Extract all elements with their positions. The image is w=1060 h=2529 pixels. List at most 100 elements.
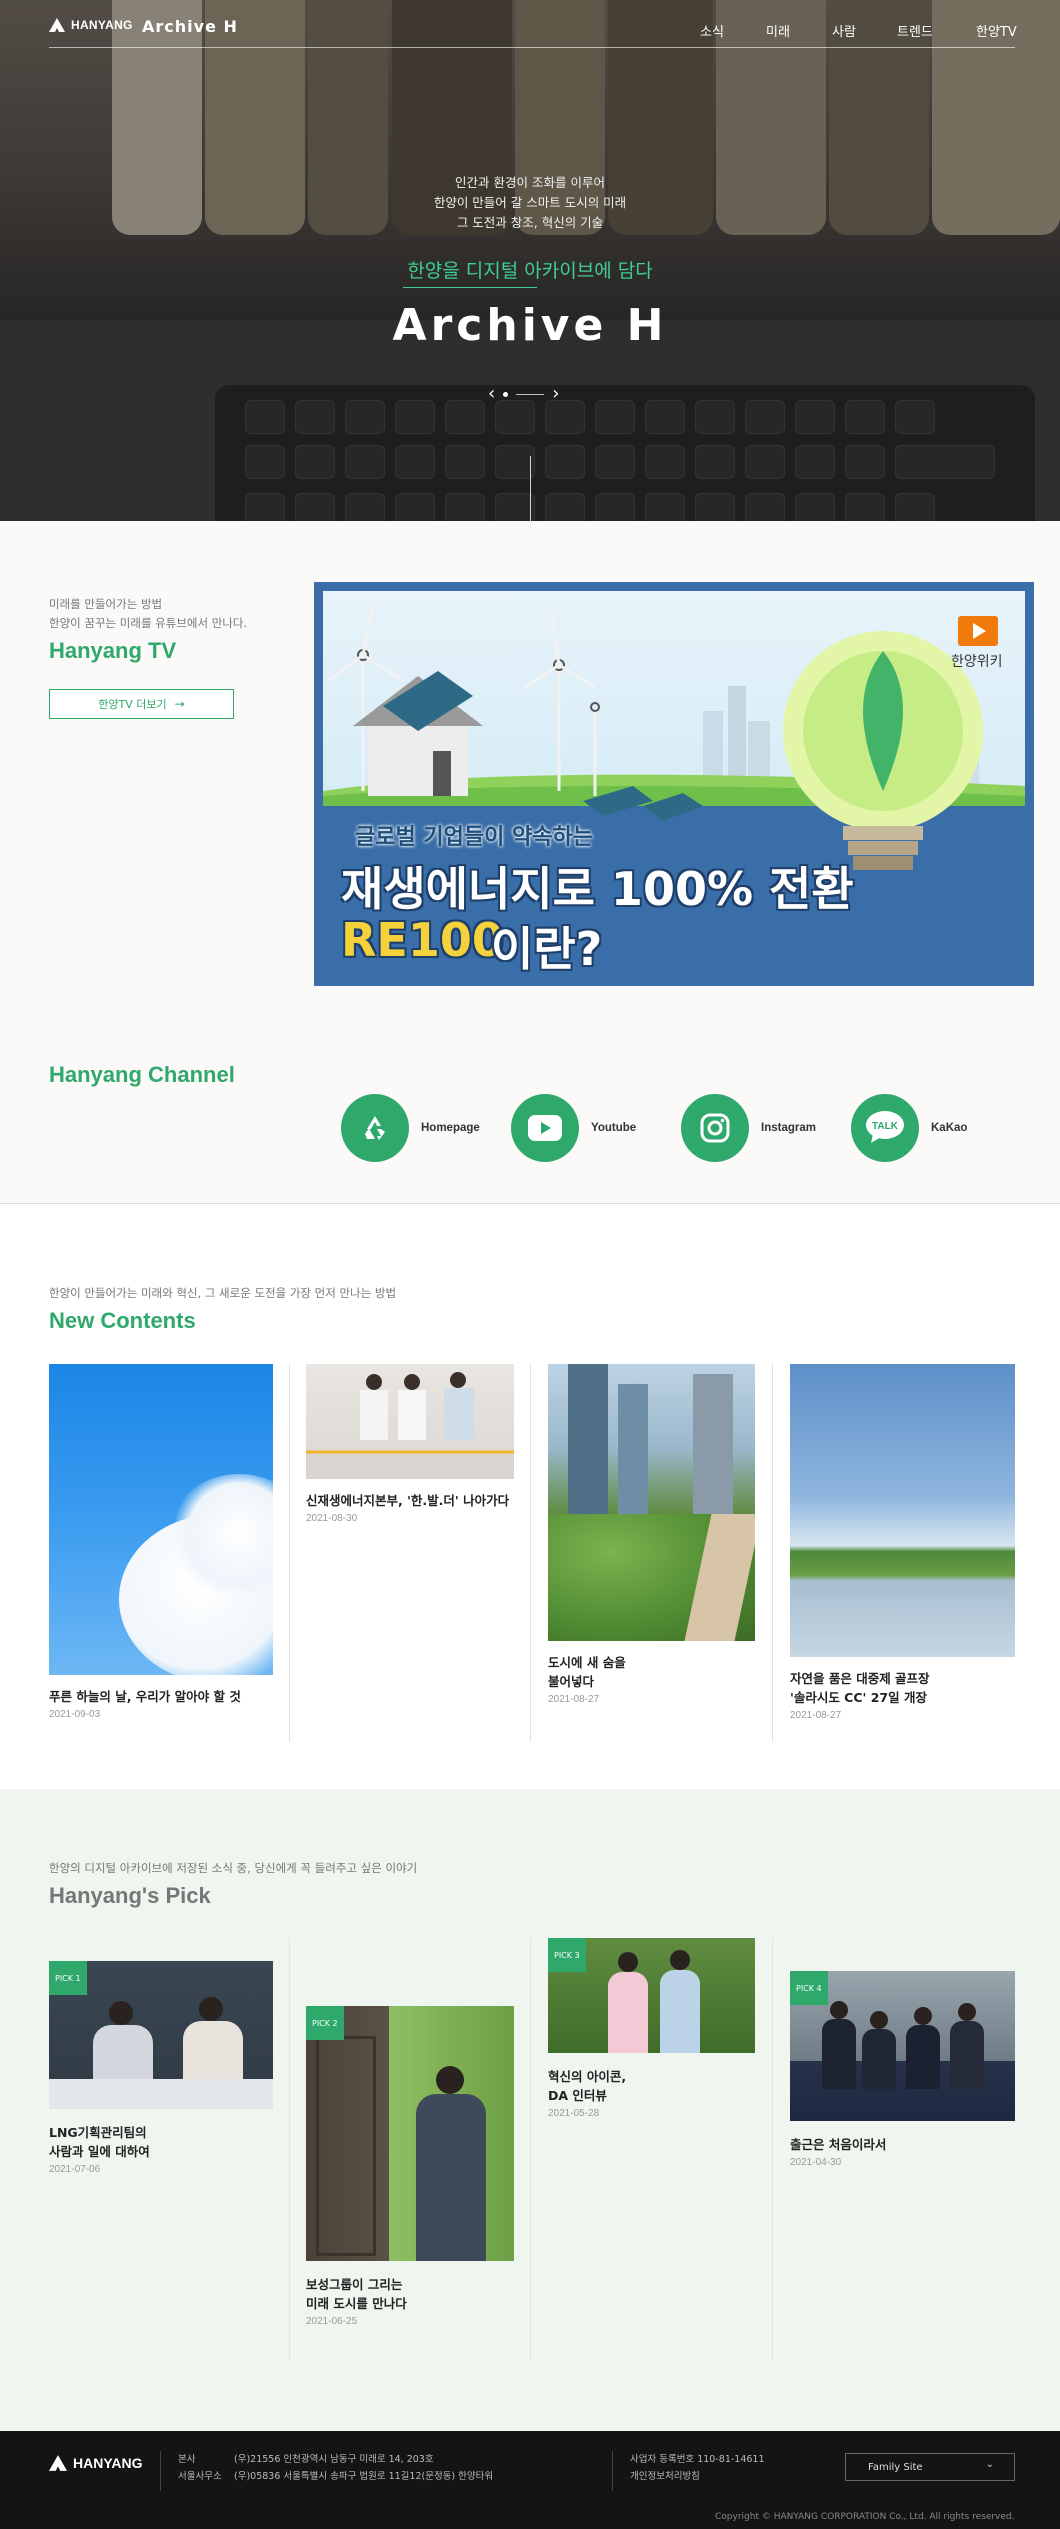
pick-title-line: DA 인터뷰 — [548, 2088, 607, 2103]
pick-title: Hanyang's Pick — [49, 1883, 211, 1908]
video-caption-tail: 이란? — [491, 922, 603, 976]
nav-item-people[interactable]: 사람 — [832, 21, 856, 40]
video-caption-small: 글로벌 기업들이 약속하는 — [355, 825, 593, 850]
kakao-talk-icon: TALK — [851, 1094, 919, 1162]
tv-title: Hanyang TV — [49, 638, 177, 663]
tv-intro: 미래를 만들어가는 방법 한양이 꿈꾸는 미래를 유튜브에서 만나다. — [49, 595, 247, 633]
pick-date: 2021-04-30 — [790, 2157, 842, 2168]
pick-card[interactable]: PICK 2 보성그룹이 그리는 미래 도시를 만나다 2021-06-25 — [306, 2006, 514, 2327]
content-title-line: '솔라시도 CC' 27일 개장 — [790, 1690, 927, 1705]
scroll-indicator — [530, 456, 531, 521]
chevron-down-icon: ⌄ — [985, 2459, 994, 2470]
channel-instagram[interactable]: Instagram — [681, 1094, 816, 1162]
hanyang-logo-icon — [49, 2455, 67, 2471]
video-artwork: 한양위키 글로벌 기업들이 약속하는 재생에너지로 100% 전환 RE100 … — [323, 591, 1025, 977]
card-separator — [289, 1364, 290, 1742]
content-date: 2021-08-30 — [306, 1513, 358, 1524]
footer-copyright: Copyright © HANYANG CORPORATION Co., Ltd… — [715, 2512, 1015, 2522]
channel-title: Hanyang Channel — [49, 1062, 235, 1087]
content-thumbnail-sky — [49, 1364, 273, 1675]
content-thumbnail-city-park — [548, 1364, 755, 1641]
nav-item-hanyang-tv[interactable]: 한양TV — [976, 21, 1017, 40]
pick-item-title: LNG기획관리팀의 사람과 일에 대하여 — [49, 2123, 273, 2161]
content-title: 신재생에너지본부, '한.발.더' 나아가다 — [306, 1493, 510, 1508]
pick-title-line: 보성그룹이 그리는 — [306, 2277, 403, 2292]
pick-card[interactable]: PICK 3 혁신의 아이콘, DA 인터뷰 2021-05-28 — [548, 1938, 755, 2119]
footer-company-info: 사업자 등록번호 110-81-14611 개인정보처리방침 — [630, 2451, 765, 2485]
hanyang-logo-icon — [49, 18, 65, 32]
pick-card[interactable]: PICK 1 LNG기획관리팀의 사람과 일에 대하여 2021-07-06 — [49, 1961, 273, 2175]
content-title: 자연을 품은 대중제 골프장 '솔라시도 CC' 27일 개장 — [790, 1669, 1015, 1707]
hero-tagline-line: 인간과 환경이 조화를 이루어 — [455, 175, 605, 190]
card-separator — [289, 1938, 290, 2360]
pick-tag: PICK 3 — [548, 1938, 586, 1972]
site-name[interactable]: Archive H — [142, 17, 238, 36]
content-thumbnail-golf — [790, 1364, 1015, 1657]
pick-thumbnail: PICK 3 — [548, 1938, 755, 2053]
header-logo[interactable]: HANYANG — [49, 18, 133, 32]
footer-address-labels: 본사 서울사무소 — [178, 2451, 222, 2485]
tv-more-button[interactable]: 한양TV 더보기 → — [49, 689, 234, 719]
channel-label: KaKao — [931, 1122, 968, 1134]
channel-homepage[interactable]: Homepage — [341, 1094, 480, 1162]
card-separator — [530, 1364, 531, 1742]
content-date: 2021-09-03 — [49, 1709, 101, 1720]
slider-next-icon[interactable]: › — [552, 385, 559, 403]
nav-item-news[interactable]: 소식 — [700, 21, 724, 40]
content-title-line: 자연을 품은 대중제 골프장 — [790, 1671, 930, 1686]
content-title-line: 불어넣다 — [548, 1674, 595, 1689]
content-title: 푸른 하늘의 날, 우리가 알아야 할 것 — [49, 1689, 241, 1704]
nav-item-trend[interactable]: 트렌드 — [897, 21, 933, 40]
tv-video-thumbnail[interactable]: 한양위키 글로벌 기업들이 약속하는 재생에너지로 100% 전환 RE100 … — [314, 582, 1034, 986]
new-contents-intro: 한양이 만들어가는 미래와 혁신, 그 새로운 도전을 가장 먼저 만나는 방법 — [49, 1286, 397, 1300]
family-site-select[interactable]: Family Site ⌄ — [845, 2453, 1015, 2481]
content-thumbnail-people — [306, 1364, 514, 1479]
card-separator — [772, 1364, 773, 1742]
hero-subtitle: 한양을 디지털 아카이브에 담다 — [407, 260, 653, 282]
hero-tagline-line: 한양이 만들어 갈 스마트 도시의 미래 — [433, 195, 627, 210]
recycle-logo-icon — [341, 1094, 409, 1162]
content-date: 2021-08-27 — [548, 1694, 600, 1705]
channel-label: Youtube — [591, 1122, 637, 1134]
footer-biz-number: 사업자 등록번호 110-81-14611 — [630, 2454, 765, 2465]
slider-dot-active[interactable] — [503, 391, 509, 397]
content-card[interactable]: 도시에 새 숨을 불어넣다 2021-08-27 — [548, 1364, 755, 1705]
family-site-label: Family Site — [868, 2461, 923, 2473]
youtube-icon — [511, 1094, 579, 1162]
pick-tag: PICK 4 — [790, 1971, 828, 2005]
footer-hq-label: 본사 — [178, 2454, 196, 2465]
content-title-line: 도시에 새 숨을 — [548, 1655, 626, 1670]
pick-card[interactable]: PICK 4 출근은 처음이라서 2021-04-30 — [790, 1971, 1015, 2168]
pick-intro: 한양의 디지털 아카이브에 저장된 소식 중, 당신에게 꼭 들려주고 싶은 이… — [49, 1861, 418, 1875]
pick-date: 2021-06-25 — [306, 2316, 358, 2327]
footer-logo[interactable]: HANYANG — [49, 2455, 143, 2471]
pick-item-title: 출근은 처음이라서 — [790, 2137, 887, 2152]
channel-label: Homepage — [421, 1122, 480, 1134]
arrow-right-icon: → — [174, 697, 185, 711]
content-card[interactable]: 신재생에너지본부, '한.발.더' 나아가다 2021-08-30 — [306, 1364, 514, 1524]
video-caption-big: 재생에너지로 100% 전환 — [341, 862, 854, 916]
footer-logo-text: HANYANG — [73, 2455, 143, 2471]
content-card[interactable]: 자연을 품은 대중제 골프장 '솔라시도 CC' 27일 개장 2021-08-… — [790, 1364, 1015, 1721]
footer-seoul-address: (우)05836 서울특별시 송파구 법원로 11길12(문정동) 한양타워 — [234, 2471, 494, 2482]
nav-item-future[interactable]: 미래 — [766, 21, 790, 40]
hero-slider-controls: ‹ › — [488, 385, 559, 403]
footer-divider — [612, 2451, 613, 2491]
footer-privacy-link[interactable]: 개인정보처리방침 — [630, 2468, 765, 2485]
slider-prev-icon[interactable]: ‹ — [488, 385, 495, 403]
channel-youtube[interactable]: Youtube — [511, 1094, 636, 1162]
tv-more-label: 한양TV 더보기 — [98, 698, 167, 711]
hero-subtitle-underline — [403, 287, 537, 288]
pick-thumbnail: PICK 1 — [49, 1961, 273, 2109]
kakao-badge-text: TALK — [872, 1120, 898, 1132]
pick-item-title: 혁신의 아이콘, DA 인터뷰 — [548, 2067, 755, 2105]
footer-addresses: (우)21556 인천광역시 남동구 미래로 14, 203호 (우)05836… — [234, 2451, 493, 2485]
footer-seoul-label: 서울사무소 — [178, 2471, 222, 2482]
content-card[interactable]: 푸른 하늘의 날, 우리가 알아야 할 것 2021-09-03 — [49, 1364, 273, 1720]
header-divider — [49, 47, 1015, 48]
card-separator — [772, 1938, 773, 2360]
channel-kakao[interactable]: TALK KaKao — [851, 1094, 967, 1162]
pick-title-line: LNG기획관리팀의 — [49, 2125, 147, 2140]
new-contents-title: New Contents — [49, 1308, 196, 1333]
pick-title-line: 혁신의 아이콘, — [548, 2069, 627, 2084]
